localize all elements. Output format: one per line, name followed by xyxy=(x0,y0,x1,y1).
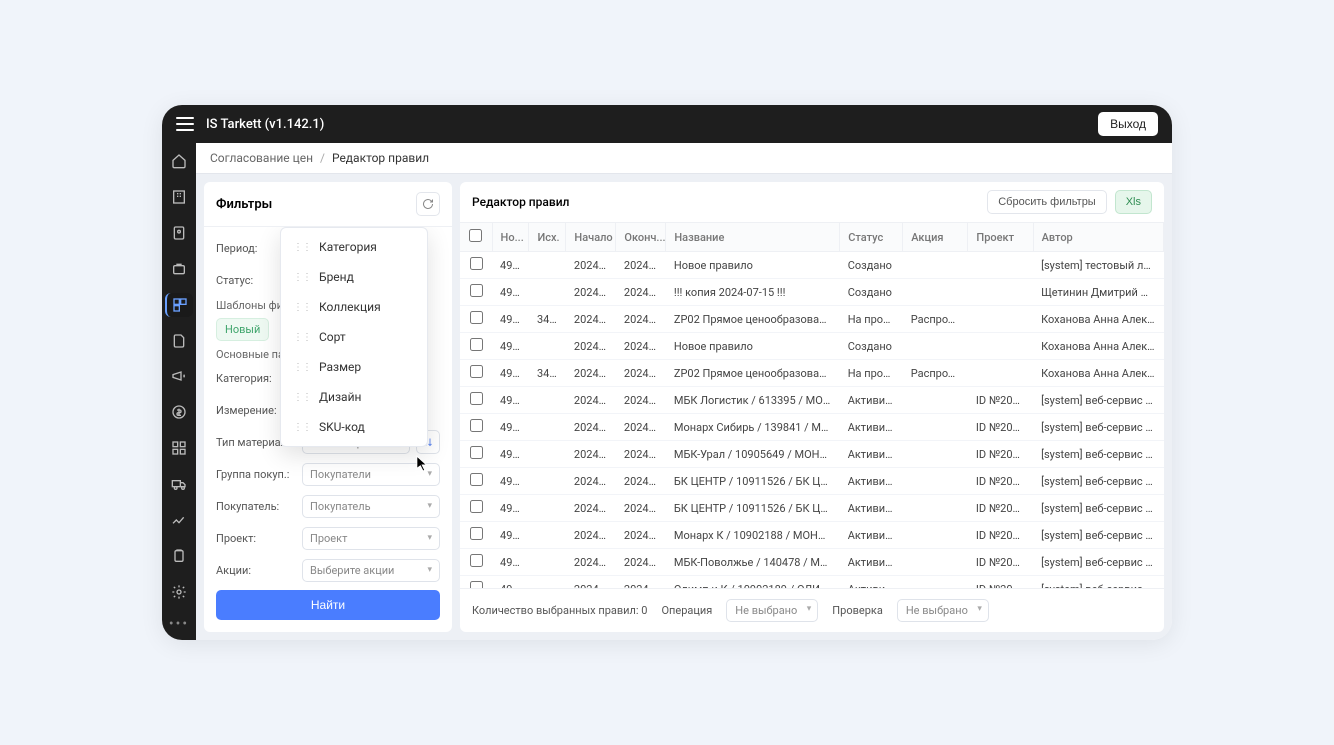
col-start[interactable]: Начало xyxy=(566,223,616,252)
filters-panel: Фильтры ⋮⋮Категория⋮⋮Бренд⋮⋮Коллекция⋮⋮С… xyxy=(204,182,452,632)
editor-title: Редактор правил xyxy=(472,195,979,209)
row-checkbox[interactable] xyxy=(470,554,483,567)
table-row[interactable]: 49...2024-...2024-...МБК Логистик / 6133… xyxy=(460,387,1164,414)
nav-boxes-icon[interactable] xyxy=(165,293,193,317)
nav-more-icon[interactable]: ••• xyxy=(169,616,189,632)
check-label: Проверка xyxy=(832,604,883,617)
grip-icon: ⋮⋮ xyxy=(293,302,311,313)
col-end[interactable]: Оконч... xyxy=(616,223,666,252)
row-checkbox[interactable] xyxy=(470,338,483,351)
nav-megaphone-icon[interactable] xyxy=(165,365,193,389)
breadcrumb: Согласование цен / Редактор правил xyxy=(196,143,1172,174)
breadcrumb-parent[interactable]: Согласование цен xyxy=(210,151,313,165)
project-label: Проект: xyxy=(216,532,296,545)
topbar: IS Tarkett (v1.142.1) Выход xyxy=(162,105,1172,143)
editor-panel: Редактор правил Сбросить фильтры Xls Но.… xyxy=(460,182,1164,632)
row-checkbox[interactable] xyxy=(470,446,483,459)
dropdown-item-0[interactable]: ⋮⋮Категория xyxy=(281,232,427,262)
nav-truck-icon[interactable] xyxy=(165,472,193,496)
nav-chart-icon[interactable] xyxy=(165,508,193,532)
dropdown-item-1[interactable]: ⋮⋮Бренд xyxy=(281,262,427,292)
row-checkbox[interactable] xyxy=(470,473,483,486)
col-project[interactable]: Проект xyxy=(968,223,1033,252)
template-new-chip[interactable]: Новый xyxy=(216,318,269,341)
nav-user-icon[interactable] xyxy=(165,221,193,245)
row-checkbox[interactable] xyxy=(470,365,483,378)
table-row[interactable]: 49...2024-...2024-...Новое правилоСоздан… xyxy=(460,333,1164,360)
table-row[interactable]: 49...2024-...2024-...Монарх К / 10902188… xyxy=(460,522,1164,549)
col-isx[interactable]: Исх. xyxy=(529,223,566,252)
select-all-checkbox[interactable] xyxy=(469,229,482,242)
check-select[interactable]: Не выбрано xyxy=(897,599,989,622)
grip-icon: ⋮⋮ xyxy=(293,332,311,343)
find-button[interactable]: Найти xyxy=(216,590,440,620)
buyer-group-label: Группа покуп.: xyxy=(216,468,296,481)
logout-button[interactable]: Выход xyxy=(1098,112,1158,136)
row-checkbox[interactable] xyxy=(470,419,483,432)
nav-briefcase-icon[interactable] xyxy=(165,257,193,281)
col-status[interactable]: Статус xyxy=(840,223,903,252)
nav-home-icon[interactable] xyxy=(165,149,193,173)
grip-icon: ⋮⋮ xyxy=(293,272,311,283)
app-frame: IS Tarkett (v1.142.1) Выход ••• Согласов… xyxy=(162,105,1172,640)
grip-icon: ⋮⋮ xyxy=(293,362,311,373)
buyer-group-select[interactable]: Покупатели▾ xyxy=(302,463,440,486)
buyer-select[interactable]: Покупатель▾ xyxy=(302,495,440,518)
menu-icon[interactable] xyxy=(176,117,194,131)
editor-footer: Количество выбранных правил: 0 Операция … xyxy=(460,588,1164,632)
dropdown-item-6[interactable]: ⋮⋮SKU-код xyxy=(281,412,427,442)
project-select[interactable]: Проект▾ xyxy=(302,527,440,550)
dropdown-item-5[interactable]: ⋮⋮Дизайн xyxy=(281,382,427,412)
table-row[interactable]: 49...2024-...2024-...!!! копия 2024-07-1… xyxy=(460,279,1164,306)
nav-grid-icon[interactable] xyxy=(165,436,193,460)
dropdown-item-3[interactable]: ⋮⋮Сорт xyxy=(281,322,427,352)
actions-select[interactable]: Выберите акции▾ xyxy=(302,559,440,582)
nav-gear-icon[interactable] xyxy=(165,580,193,604)
nav-building-icon[interactable] xyxy=(165,185,193,209)
col-action[interactable]: Акция xyxy=(903,223,968,252)
table-row[interactable]: 49...34...2024-...2024-...ZP02 Прямое це… xyxy=(460,306,1164,333)
nav-clipboard-icon[interactable] xyxy=(165,544,193,568)
table-row[interactable]: 49...2024-...2024-...БК ЦЕНТР / 10911526… xyxy=(460,495,1164,522)
xls-button[interactable]: Xls xyxy=(1115,190,1152,214)
material-dropdown: ⋮⋮Категория⋮⋮Бренд⋮⋮Коллекция⋮⋮Сорт⋮⋮Раз… xyxy=(280,227,428,447)
grip-icon: ⋮⋮ xyxy=(293,422,311,433)
operation-select[interactable]: Не выбрано xyxy=(726,599,818,622)
rules-table: Но... Исх. Начало Оконч... Название Стат… xyxy=(460,223,1164,588)
table-row[interactable]: 49...2024-...2024-...Монарх Сибирь / 139… xyxy=(460,414,1164,441)
dropdown-item-4[interactable]: ⋮⋮Размер xyxy=(281,352,427,382)
dropdown-item-2[interactable]: ⋮⋮Коллекция xyxy=(281,292,427,322)
selected-count: Количество выбранных правил: 0 xyxy=(472,604,647,617)
row-checkbox[interactable] xyxy=(470,284,483,297)
breadcrumb-current: Редактор правил xyxy=(332,151,429,165)
row-checkbox[interactable] xyxy=(470,527,483,540)
table-row[interactable]: 49...34...2024-...2024-...ZP02 Прямое це… xyxy=(460,360,1164,387)
sidebar: ••• xyxy=(162,143,196,640)
table-row[interactable]: 49...2024-...2024-...БК ЦЕНТР / 10911526… xyxy=(460,468,1164,495)
col-no[interactable]: Но... xyxy=(492,223,529,252)
nav-document-icon[interactable] xyxy=(165,329,193,353)
operation-label: Операция xyxy=(661,604,712,617)
filters-title: Фильтры xyxy=(216,197,416,212)
col-author[interactable]: Автор xyxy=(1033,223,1163,252)
nav-dollar-icon[interactable] xyxy=(165,400,193,424)
row-checkbox[interactable] xyxy=(470,581,483,588)
row-checkbox[interactable] xyxy=(470,392,483,405)
app-title: IS Tarkett (v1.142.1) xyxy=(206,117,324,132)
buyer-label: Покупатель: xyxy=(216,500,296,513)
grip-icon: ⋮⋮ xyxy=(293,392,311,403)
grip-icon: ⋮⋮ xyxy=(293,242,311,253)
table-row[interactable]: 49...2024-...2024-...Новое правилоСоздан… xyxy=(460,252,1164,279)
row-checkbox[interactable] xyxy=(470,500,483,513)
reset-filters-button[interactable]: Сбросить фильтры xyxy=(987,190,1107,214)
row-checkbox[interactable] xyxy=(470,311,483,324)
col-name[interactable]: Название xyxy=(666,223,840,252)
row-checkbox[interactable] xyxy=(470,257,483,270)
table-row[interactable]: 49...2024-...2024-...МБК-Поволжье / 1404… xyxy=(460,549,1164,576)
col-checkbox xyxy=(460,223,492,252)
actions-label: Акции: xyxy=(216,564,296,577)
table-row[interactable]: 49...2024-...2024-...МБК-Урал / 10905649… xyxy=(460,441,1164,468)
table-row[interactable]: 49...2024-...2024-...Олимп и К / 1090218… xyxy=(460,576,1164,589)
refresh-icon[interactable] xyxy=(416,192,440,216)
